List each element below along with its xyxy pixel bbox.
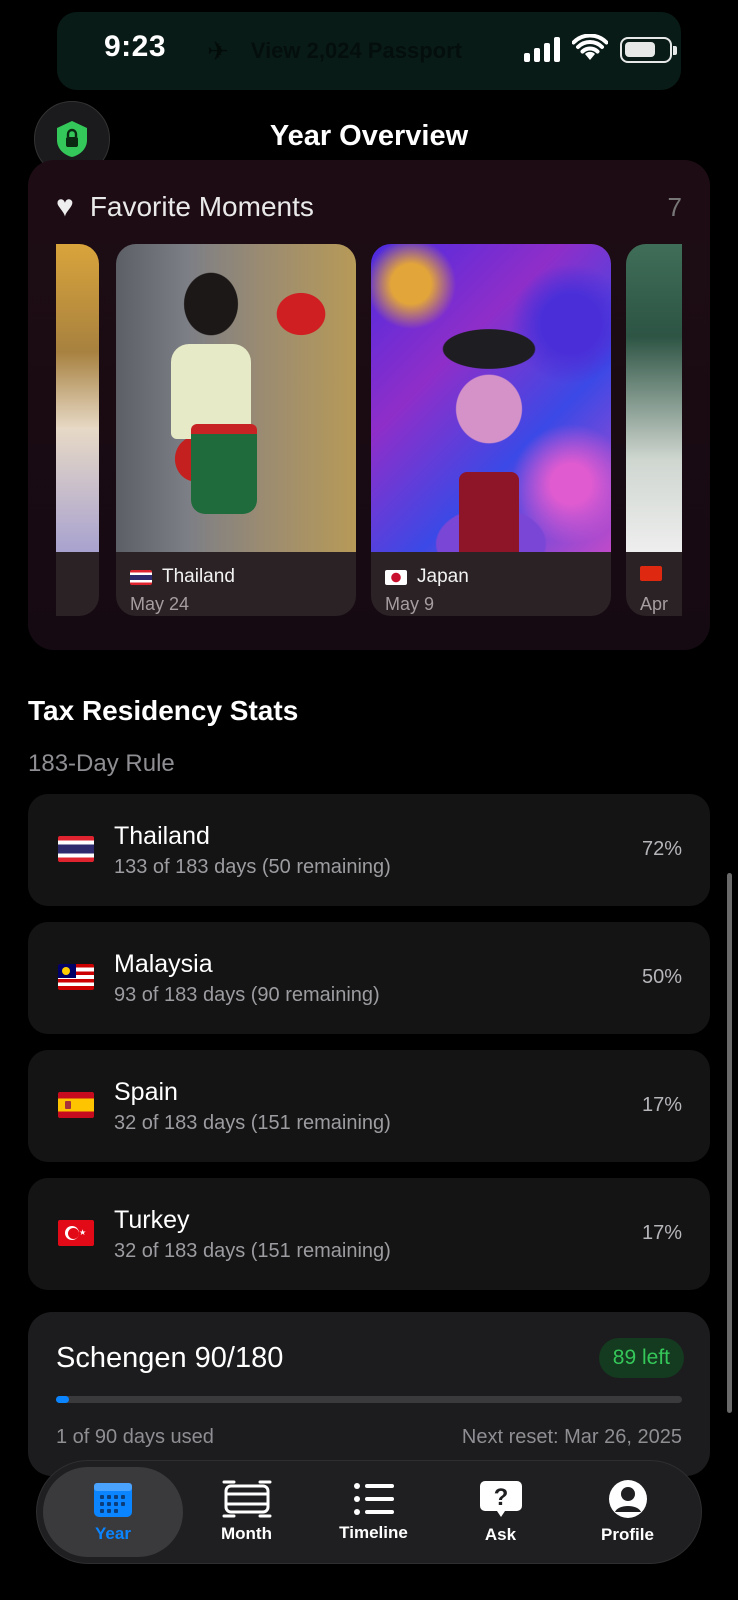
signal-icon xyxy=(524,36,560,62)
schengen-days-left-badge: 89 left xyxy=(598,1338,684,1378)
tax-country-detail: 32 of 183 days (151 remaining) xyxy=(114,1112,391,1134)
moment-photo xyxy=(626,244,682,552)
tax-country-name: Turkey xyxy=(114,1206,190,1234)
airplane-icon: ✈ xyxy=(207,35,229,66)
hong-kong-flag-icon xyxy=(640,566,662,581)
spain-flag-icon xyxy=(58,1092,94,1118)
tax-card-malaysia[interactable]: Malaysia 93 of 183 days (90 remaining) 5… xyxy=(28,922,710,1034)
tax-residency-title: Tax Residency Stats xyxy=(28,695,299,726)
tax-card-thailand[interactable]: Thailand 133 of 183 days (50 remaining) … xyxy=(28,794,710,906)
favorites-count: 7 xyxy=(667,191,682,222)
moment-photo xyxy=(116,244,356,552)
battery-icon xyxy=(620,37,677,63)
tab-label: Year xyxy=(95,1524,131,1543)
scrollbar[interactable] xyxy=(727,873,732,1413)
tab-month[interactable]: Month xyxy=(183,1467,310,1557)
tax-country-name: Spain xyxy=(114,1078,178,1106)
list-icon xyxy=(353,1483,394,1515)
tax-country-percent: 17% xyxy=(641,1222,682,1244)
schengen-title: Schengen 90/180 xyxy=(56,1342,284,1374)
moment-card-partial-left[interactable] xyxy=(56,244,99,616)
moment-card-partial-right[interactable]: Apr xyxy=(626,244,682,616)
tax-residency-subtitle: 183-Day Rule xyxy=(28,750,175,777)
person-circle-icon xyxy=(608,1480,647,1518)
calendar-grid-icon xyxy=(94,1483,132,1517)
schengen-card[interactable]: Schengen 90/180 89 left 1 of 90 days use… xyxy=(28,1312,710,1476)
japan-flag-icon xyxy=(385,569,407,585)
moment-card-japan[interactable]: Japan May 9 xyxy=(371,244,611,616)
tax-country-percent: 50% xyxy=(641,966,682,988)
status-time: 9:23 xyxy=(104,30,167,63)
turkey-flag-icon: ★ xyxy=(58,1220,94,1246)
moment-photo xyxy=(56,244,99,552)
status-bar: ✈ View 2,024 Passport 9:23 xyxy=(0,0,738,100)
moment-card-thailand[interactable]: Thailand May 24 xyxy=(116,244,356,616)
svg-text:?: ? xyxy=(493,1484,508,1511)
tab-label: Timeline xyxy=(339,1523,408,1542)
schengen-days-used: 1 of 90 days used xyxy=(56,1426,214,1448)
moment-country: Japan xyxy=(417,566,469,587)
tab-profile[interactable]: Profile xyxy=(564,1467,691,1557)
tax-country-detail: 133 of 183 days (50 remaining) xyxy=(114,856,391,878)
moment-photo xyxy=(371,244,611,552)
question-bubble-icon: ? xyxy=(479,1481,522,1517)
malaysia-flag-icon xyxy=(58,964,94,990)
moments-carousel[interactable]: Thailand May 24 Japan May 9 Apr xyxy=(56,244,682,616)
schengen-next-reset: Next reset: Mar 26, 2025 xyxy=(461,1426,682,1448)
tax-country-percent: 17% xyxy=(641,1094,682,1116)
tax-country-percent: 72% xyxy=(641,838,682,860)
tab-label: Ask xyxy=(484,1525,517,1544)
tab-year[interactable]: Year xyxy=(43,1467,183,1557)
tab-timeline[interactable]: Timeline xyxy=(310,1467,437,1557)
moment-date: May 9 xyxy=(385,594,435,614)
favorite-moments-card: ♥ Favorite Moments 7 Thailand May 24 Jap… xyxy=(28,160,710,650)
favorites-title: Favorite Moments xyxy=(89,191,314,222)
tab-label: Profile xyxy=(601,1525,654,1544)
heart-icon: ♥ xyxy=(56,190,74,223)
tab-label: Month xyxy=(221,1524,272,1543)
moment-country: Thailand xyxy=(162,566,235,587)
tab-bar: Year Month Timeline ? Ask Profile xyxy=(36,1460,702,1564)
tab-ask[interactable]: ? Ask xyxy=(437,1467,564,1557)
tax-country-name: Malaysia xyxy=(114,950,213,978)
banner-text: View 2,024 Passport xyxy=(250,38,462,63)
thailand-flag-icon xyxy=(130,569,152,585)
tax-country-name: Thailand xyxy=(114,822,210,850)
thailand-flag-icon xyxy=(58,836,94,862)
tax-card-turkey[interactable]: ★ Turkey 32 of 183 days (151 remaining) … xyxy=(28,1178,710,1290)
moment-date: Apr xyxy=(640,594,669,614)
tax-card-spain[interactable]: Spain 32 of 183 days (151 remaining) 17% xyxy=(28,1050,710,1162)
page-title: Year Overview xyxy=(269,120,469,152)
moment-date: May 24 xyxy=(130,594,190,614)
schengen-progress-track xyxy=(56,1396,682,1403)
tax-country-detail: 32 of 183 days (151 remaining) xyxy=(114,1240,391,1262)
tax-country-detail: 93 of 183 days (90 remaining) xyxy=(114,984,380,1006)
month-icon xyxy=(222,1480,271,1518)
wifi-icon xyxy=(572,34,608,60)
schengen-progress-fill xyxy=(56,1396,69,1403)
